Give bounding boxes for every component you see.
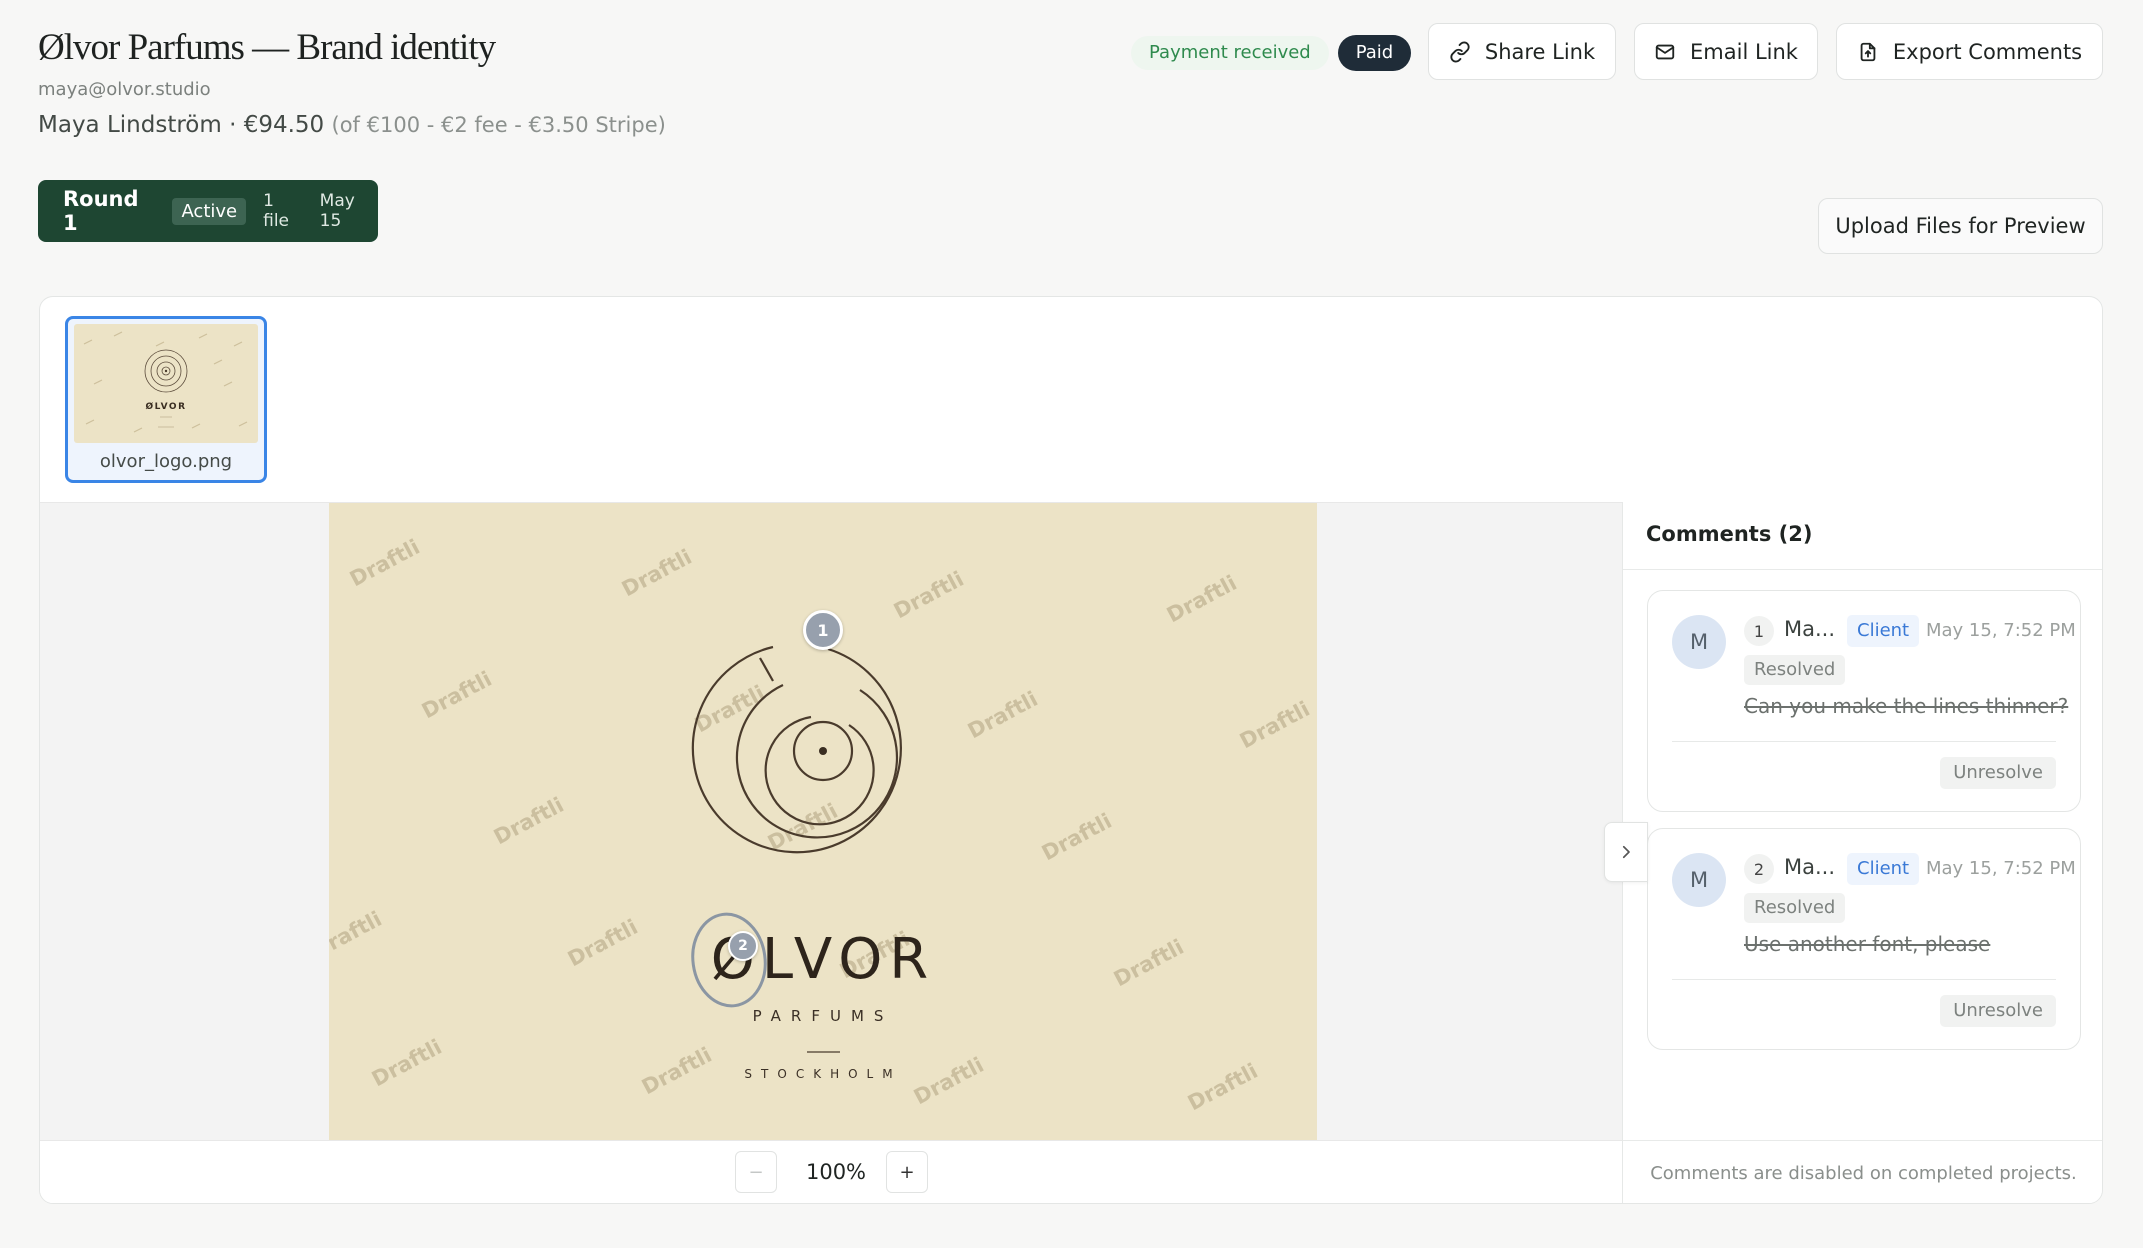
project-title: Ølvor Parfums — Brand identity xyxy=(38,27,496,68)
round-date: May 15 xyxy=(319,191,355,231)
author-role-badge: Client xyxy=(1847,853,1920,885)
logo-rings-graphic xyxy=(691,645,902,1053)
comment-number: 2 xyxy=(1744,854,1774,884)
fee-breakdown: (of €100 - €2 fee - €3.50 Stripe) xyxy=(331,113,666,137)
comment-author: Ma... xyxy=(1784,617,1836,641)
mail-icon xyxy=(1655,44,1675,59)
brand-subline: PARFUMS xyxy=(752,1007,894,1025)
round-file-count: 1 file xyxy=(263,191,290,231)
comment-pin[interactable]: 1 xyxy=(803,610,843,650)
upload-files-button[interactable]: Upload Files for Preview xyxy=(1818,198,2103,254)
svg-text:ØLVOR: ØLVOR xyxy=(145,401,186,412)
comments-panel: Comments (2) M 1 Ma... Client May 15, 7:… xyxy=(1622,502,2102,1203)
zoom-controls: − 100% + xyxy=(40,1140,1622,1203)
author-role-badge: Client xyxy=(1847,615,1920,647)
comments-disabled-notice: Comments are disabled on completed proje… xyxy=(1623,1140,2102,1203)
image-viewer[interactable]: Draftli Draftli Draftli Draftli Draftli … xyxy=(40,502,1622,1141)
email-link-label: Email Link xyxy=(1690,39,1798,64)
share-link-label: Share Link xyxy=(1484,39,1596,64)
round-status-badge: Active xyxy=(172,197,247,225)
comment-text: Use another font, please xyxy=(1744,932,1991,956)
avatar: M xyxy=(1672,615,1726,669)
artwork-canvas[interactable]: Draftli Draftli Draftli Draftli Draftli … xyxy=(329,503,1317,1141)
round-tab[interactable]: Round 1 Active 1 file May 15 xyxy=(38,180,378,242)
preview-card: ØLVOR olvor_logo.png Draftli Draftli Dra… xyxy=(39,296,2103,1204)
divider xyxy=(1672,741,2056,742)
client-payment-line: Maya Lindström · €94.50 (of €100 - €2 fe… xyxy=(38,112,666,138)
zoom-level: 100% xyxy=(805,1160,867,1184)
export-comments-label: Export Comments xyxy=(1892,39,2083,64)
export-comments-button[interactable]: Export Comments xyxy=(1836,23,2103,80)
comment-author: Ma... xyxy=(1784,855,1836,879)
resolved-badge: Resolved xyxy=(1744,655,1846,685)
chevron-right-icon xyxy=(1622,845,1630,859)
thumbnail-image: ØLVOR xyxy=(74,324,258,443)
unresolve-button[interactable]: Unresolve xyxy=(1940,995,2056,1027)
divider xyxy=(1672,979,2056,980)
unresolve-button[interactable]: Unresolve xyxy=(1940,757,2056,789)
comment-pin[interactable]: 2 xyxy=(728,931,758,961)
thumbnail-logo-graphic: ØLVOR xyxy=(83,331,248,433)
resolved-badge: Resolved xyxy=(1744,893,1846,923)
comment-number: 1 xyxy=(1744,616,1774,646)
comments-header: Comments (2) xyxy=(1623,502,2102,570)
link-icon xyxy=(1450,40,1470,63)
share-link-button[interactable]: Share Link xyxy=(1428,23,1616,80)
file-thumbnail[interactable]: ØLVOR olvor_logo.png xyxy=(65,316,267,483)
round-name: Round 1 xyxy=(63,187,139,235)
brand-city: STOCKHOLM xyxy=(744,1067,902,1081)
comment-card[interactable]: M 2 Ma... Client May 15, 7:52 PM Resolve… xyxy=(1647,828,2081,1050)
paid-badge: Paid xyxy=(1338,35,1411,71)
client-email: maya@olvor.studio xyxy=(38,79,211,100)
zoom-in-button[interactable]: + xyxy=(886,1151,928,1193)
payment-status-badge: Payment received xyxy=(1131,36,1329,70)
email-link-button[interactable]: Email Link xyxy=(1634,23,1818,80)
comment-date: May 15, 7:52 PM xyxy=(1926,858,2076,879)
comment-card[interactable]: M 1 Ma... Client May 15, 7:52 PM Resolve… xyxy=(1647,590,2081,812)
collapse-panel-button[interactable] xyxy=(1604,822,1648,882)
comment-date: May 15, 7:52 PM xyxy=(1926,620,2076,641)
comment-text: Can you make the lines thinner? xyxy=(1744,694,2069,718)
client-name-amount: Maya Lindström · €94.50 xyxy=(38,112,325,138)
file-name: olvor_logo.png xyxy=(99,451,233,472)
zoom-out-button[interactable]: − xyxy=(735,1151,777,1193)
file-export-icon xyxy=(1860,42,1876,61)
avatar: M xyxy=(1672,853,1726,907)
